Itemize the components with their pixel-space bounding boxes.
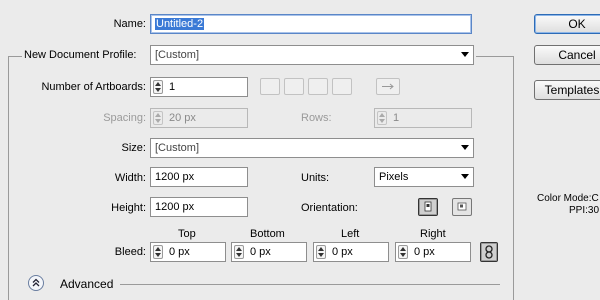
stepper-arrows-icon[interactable] <box>234 245 244 259</box>
stepper-arrows-icon[interactable] <box>398 245 408 259</box>
portrait-icon[interactable] <box>418 198 438 216</box>
bleed-top-stepper[interactable]: 0 px <box>150 242 226 262</box>
link-bleed-icon[interactable] <box>480 242 498 262</box>
stepper-arrows-icon[interactable] <box>153 111 163 125</box>
chevron-down-icon <box>461 52 469 57</box>
fieldset-right-border <box>513 56 514 300</box>
fieldset-top-border-right <box>476 56 513 57</box>
size-dropdown[interactable]: [Custom] <box>150 138 474 158</box>
units-value: Pixels <box>379 171 409 183</box>
height-input[interactable]: 1200 px <box>150 197 248 217</box>
advanced-divider <box>120 284 500 285</box>
units-label: Units: <box>301 172 330 184</box>
bleed-top-label: Top <box>178 228 196 240</box>
artboards-value: 1 <box>169 81 176 93</box>
bleed-top-value: 0 px <box>169 246 190 258</box>
fieldset-left-border <box>8 56 9 300</box>
spacing-label: Spacing: <box>103 112 146 124</box>
ok-button[interactable]: OK <box>534 14 600 34</box>
chevron-up-icon <box>32 278 40 287</box>
width-label: Width: <box>114 172 146 184</box>
spacing-value: 20 px <box>169 112 196 124</box>
bleed-right-label: Right <box>420 228 446 240</box>
spacing-stepper[interactable]: 20 px <box>150 108 248 128</box>
bleed-right-value: 0 px <box>414 246 435 258</box>
advanced-label: Advanced <box>60 277 114 291</box>
name-value: Untitled-2 <box>155 18 205 30</box>
height-value: 1200 px <box>155 201 195 213</box>
right-to-left-icon[interactable] <box>376 78 400 95</box>
profile-value: [Custom] <box>155 49 200 61</box>
bleed-left-label: Left <box>341 228 360 240</box>
chevron-down-icon <box>461 145 469 150</box>
bleed-bottom-label: Bottom <box>250 228 285 240</box>
profile-label: New Document Profile: <box>24 49 137 61</box>
bleed-left-stepper[interactable]: 0 px <box>313 242 389 262</box>
size-value: [Custom] <box>155 142 200 154</box>
orientation-label: Orientation: <box>301 202 358 214</box>
ppi-info: PPI:30 <box>569 205 600 216</box>
arrange-by-column-icon[interactable] <box>332 78 352 95</box>
name-input[interactable]: Untitled-2 <box>150 14 472 34</box>
fieldset-top-border-left <box>8 56 22 57</box>
artboards-stepper[interactable]: 1 <box>150 77 248 97</box>
bleed-label: Bleed: <box>114 246 146 258</box>
rows-label: Rows: <box>301 112 332 124</box>
advanced-toggle[interactable] <box>28 275 44 291</box>
rows-stepper[interactable]: 1 <box>374 108 472 128</box>
grid-by-column-icon[interactable] <box>284 78 304 95</box>
bleed-bottom-stepper[interactable]: 0 px <box>231 242 307 262</box>
color-mode-info: Color Mode:C <box>537 193 599 204</box>
size-label: Size: <box>121 142 146 154</box>
cancel-button[interactable]: Cancel <box>534 45 600 65</box>
width-value: 1200 px <box>155 171 195 183</box>
stepper-arrows-icon[interactable] <box>316 245 326 259</box>
grid-by-row-icon[interactable] <box>260 78 280 95</box>
bleed-right-stepper[interactable]: 0 px <box>395 242 471 262</box>
arrow-right-icon <box>382 83 394 90</box>
bleed-left-value: 0 px <box>332 246 353 258</box>
rows-value: 1 <box>393 112 400 124</box>
bleed-bottom-value: 0 px <box>250 246 271 258</box>
templates-button[interactable]: Templates... <box>534 80 600 100</box>
chevron-down-icon <box>461 174 469 179</box>
units-dropdown[interactable]: Pixels <box>374 167 474 187</box>
name-label: Name: <box>113 18 146 30</box>
stepper-arrows-icon[interactable] <box>153 245 163 259</box>
stepper-arrows-icon[interactable] <box>153 80 163 94</box>
stepper-arrows-icon[interactable] <box>377 111 387 125</box>
height-label: Height: <box>111 202 146 214</box>
arrange-by-row-icon[interactable] <box>308 78 328 95</box>
artboards-label: Number of Artboards: <box>41 81 146 93</box>
landscape-icon[interactable] <box>452 198 472 216</box>
width-input[interactable]: 1200 px <box>150 167 248 187</box>
profile-dropdown[interactable]: [Custom] <box>150 45 474 65</box>
